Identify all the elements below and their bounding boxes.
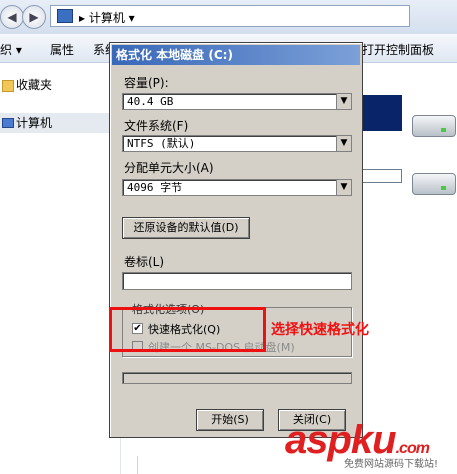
volume-label-label: 卷标(L) [124, 255, 165, 269]
format-progress-bar [122, 372, 352, 384]
computer-icon [57, 9, 73, 23]
sidebar-item-favorites[interactable]: 收藏夹 [0, 75, 52, 95]
content-pane [360, 63, 457, 474]
allocation-size-label: 分配单元大小(A) [124, 161, 214, 175]
quick-format-checkbox[interactable]: ✔ [132, 323, 143, 334]
sidebar-item-label: 收藏夹 [16, 78, 53, 92]
folder-icon [2, 80, 14, 92]
capacity-select[interactable]: 40.4 GB ▼ [122, 93, 352, 110]
allocation-size-select[interactable]: 4096 字节 ▼ [122, 179, 352, 196]
capacity-label: 容量(P): [124, 76, 169, 90]
check-icon: ✔ [133, 323, 142, 334]
forward-button[interactable]: ▶ [22, 5, 46, 29]
annotation-text: 选择快速格式化 [271, 322, 369, 338]
volume-label-input[interactable] [122, 272, 352, 290]
forward-arrow-icon: ▶ [29, 10, 39, 24]
drive-capacity-bar [360, 169, 402, 183]
allocation-size-value: 4096 字节 [127, 181, 183, 194]
filesystem-select[interactable]: NTFS (默认) ▼ [122, 135, 352, 152]
address-bar[interactable]: ▸ 计算机 ▾ [50, 5, 410, 27]
sidebar-item-computer[interactable]: 计算机 [0, 113, 126, 133]
hard-drive-icon[interactable] [412, 115, 456, 137]
back-button[interactable]: ◀ [0, 5, 24, 29]
organize-menu[interactable]: 织 ▾ [0, 41, 22, 58]
address-path: ▸ 计算机 ▾ [79, 11, 135, 25]
msdos-boot-checkbox[interactable] [132, 341, 143, 352]
filesystem-label: 文件系统(F) [124, 119, 189, 133]
msdos-boot-label: 创建一个 MS-DOS 启动盘(M) [148, 341, 295, 354]
selected-drive-tile[interactable] [360, 95, 402, 131]
explorer-topbar: ◀ ▶ ▸ 计算机 ▾ [0, 0, 457, 35]
format-options-title: 格式化选项(O) [130, 301, 207, 317]
open-control-panel-button[interactable]: 打开控制面板 [362, 41, 434, 58]
start-button[interactable]: 开始(S) [196, 409, 264, 431]
hard-drive-icon[interactable] [412, 173, 456, 195]
watermark-tagline: 免费网站源码下载站! [344, 459, 439, 470]
chevron-down-icon[interactable]: ▼ [336, 180, 351, 195]
properties-button[interactable]: 属性 [50, 41, 74, 58]
quick-format-label[interactable]: 快速格式化(Q) [148, 321, 220, 337]
format-dialog: 格式化 本地磁盘 (C:) 容量(P): 40.4 GB ▼ 文件系统(F) N… [109, 42, 363, 438]
computer-icon [2, 118, 14, 128]
filesystem-value: NTFS (默认) [127, 137, 196, 150]
back-arrow-icon: ◀ [7, 10, 17, 24]
chevron-down-icon[interactable]: ▼ [336, 136, 351, 151]
chevron-down-icon[interactable]: ▼ [336, 94, 351, 109]
restore-defaults-button[interactable]: 还原设备的默认值(D) [122, 217, 250, 239]
dialog-title: 格式化 本地磁盘 (C:) [112, 45, 360, 65]
capacity-value: 40.4 GB [127, 95, 174, 108]
navigation-pane: 收藏夹 计算机 [0, 63, 126, 474]
sidebar-item-label: 计算机 [16, 116, 53, 130]
